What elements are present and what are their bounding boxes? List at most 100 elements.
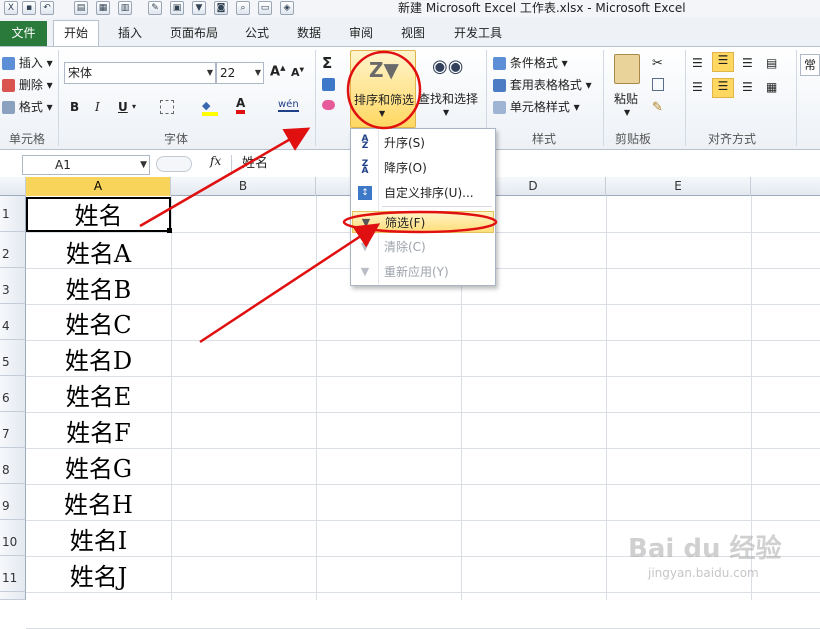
brush-icon[interactable]: ✎	[148, 1, 162, 15]
tab-review[interactable]: 审阅	[342, 22, 380, 46]
align-middle-icon[interactable]: ☰	[712, 52, 734, 72]
grow-font-icon[interactable]: A▲	[270, 64, 285, 79]
paste-button[interactable]: 粘贴	[614, 90, 638, 107]
font-color-button[interactable]: A	[236, 96, 246, 114]
border-icon[interactable]	[160, 100, 174, 114]
shrink-font-icon[interactable]: A▼	[291, 66, 304, 79]
tab-developer[interactable]: 开发工具	[446, 22, 510, 46]
cell-a7[interactable]: 姓名F	[26, 415, 171, 451]
excel-icon[interactable]: X	[4, 1, 18, 15]
copy-icon[interactable]	[652, 78, 664, 91]
fill-handle[interactable]	[167, 228, 172, 233]
menu-item-reapply[interactable]: ▼ 重新应用(Y)	[352, 261, 494, 283]
column-header-e[interactable]: E	[606, 177, 751, 196]
fill-down-icon[interactable]	[322, 78, 335, 91]
insert-function-button[interactable]: fx	[210, 154, 221, 168]
align-center-icon[interactable]: ☰	[712, 78, 734, 98]
fill-color-icon[interactable]: ◆	[202, 98, 218, 116]
zoom-icon[interactable]: ⌕	[236, 1, 250, 15]
formula-input[interactable]: 姓名	[231, 155, 820, 175]
tab-insert[interactable]: 插入	[110, 22, 150, 46]
scissors-icon[interactable]: ✂	[652, 56, 663, 71]
cell-a4[interactable]: 姓名C	[26, 307, 171, 343]
autosum-button[interactable]: Σ	[322, 54, 332, 72]
filter-icon[interactable]: ▼	[192, 1, 206, 15]
wrap-icon[interactable]: ▤	[766, 56, 777, 70]
row-header[interactable]: 9	[0, 484, 26, 520]
cell-a1[interactable]: 姓名	[26, 197, 171, 232]
conditional-format-button[interactable]: 条件格式 ▾	[493, 54, 568, 71]
row-header[interactable]: 5	[0, 340, 26, 376]
cell-a5[interactable]: 姓名D	[26, 343, 171, 379]
align-left-icon[interactable]: ☰	[692, 80, 703, 94]
tab-view[interactable]: 视图	[394, 22, 432, 46]
cell-a6[interactable]: 姓名E	[26, 379, 171, 415]
cell-a9[interactable]: 姓名H	[26, 487, 171, 523]
row-header[interactable]: 11	[0, 556, 26, 592]
row-header[interactable]: 7	[0, 412, 26, 448]
row-header[interactable]: 6	[0, 376, 26, 412]
find-select-button[interactable]: 查找和选择	[418, 90, 478, 107]
chevron-down-icon[interactable]: ▾	[132, 102, 136, 111]
folder-icon[interactable]: ▭	[258, 1, 272, 15]
cell-a11[interactable]: 姓名J	[26, 559, 171, 595]
cell-a10[interactable]: 姓名I	[26, 523, 171, 559]
bold-button[interactable]: B	[70, 100, 79, 114]
chevron-down-icon[interactable]: ▼	[624, 108, 630, 117]
menu-item-filter[interactable]: ▼ 筛选(F)	[352, 211, 494, 233]
eraser-icon[interactable]	[322, 100, 335, 110]
formula-splitter-icon[interactable]	[156, 156, 192, 172]
row-header[interactable]: 4	[0, 304, 26, 340]
row-header[interactable]: 10	[0, 520, 26, 556]
table-format-button[interactable]: 套用表格格式 ▾	[493, 76, 592, 93]
cell-a2[interactable]: 姓名A	[26, 236, 171, 272]
save-icon[interactable]: ▪	[22, 1, 36, 15]
align-right-icon[interactable]: ☰	[742, 80, 753, 94]
column-header-a[interactable]: A	[26, 177, 171, 196]
sort-filter-button[interactable]: Z▼ 排序和筛选 ▼	[350, 50, 416, 128]
cell-a3[interactable]: 姓名B	[26, 272, 171, 308]
insert-cells-button[interactable]: 插入 ▾	[2, 54, 53, 71]
font-name-combo[interactable]: 宋体 ▼	[64, 62, 216, 84]
number-format-combo[interactable]: 常	[800, 54, 820, 76]
tab-formulas[interactable]: 公式	[238, 22, 276, 46]
camera-icon[interactable]: ◙	[214, 1, 228, 15]
select-all-corner[interactable]	[0, 177, 26, 196]
tab-home[interactable]: 开始	[53, 20, 99, 46]
italic-button[interactable]: I	[95, 100, 100, 114]
delete-cells-button[interactable]: 删除 ▾	[2, 76, 53, 93]
row-header[interactable]: 2	[0, 232, 26, 268]
paste-icon[interactable]	[614, 54, 640, 84]
format-painter-icon[interactable]: ✎	[652, 100, 663, 115]
tab-page-layout[interactable]: 页面布局	[162, 22, 226, 46]
macro-icon[interactable]: ◈	[280, 1, 294, 15]
chevron-down-icon[interactable]: ▼	[443, 108, 449, 117]
row-header[interactable]	[0, 592, 26, 600]
menu-item-custom-sort[interactable]: ↕ 自定义排序(U)...	[352, 182, 494, 204]
menu-item-descending[interactable]: ZA 降序(O)	[352, 157, 494, 179]
column-header-b[interactable]: B	[171, 177, 316, 196]
binoculars-icon[interactable]: ◉◉	[432, 56, 463, 80]
underline-button[interactable]: U	[118, 100, 128, 114]
form-icon[interactable]: ▣	[170, 1, 184, 15]
merge-icon[interactable]: ▦	[766, 80, 777, 94]
row-header[interactable]: 1	[0, 196, 26, 232]
tab-data[interactable]: 数据	[290, 22, 328, 46]
row-header[interactable]: 3	[0, 268, 26, 304]
menu-item-clear[interactable]: ▼ 清除(C)	[352, 236, 494, 258]
font-size-combo[interactable]: 22 ▼	[216, 62, 264, 84]
tab-file[interactable]: 文件	[0, 21, 47, 46]
row-header[interactable]: 8	[0, 448, 26, 484]
align-top-icon[interactable]: ☰	[692, 56, 703, 70]
cell-a8[interactable]: 姓名G	[26, 451, 171, 487]
align-bottom-icon[interactable]: ☰	[742, 56, 753, 70]
name-box[interactable]: A1 ▼	[22, 155, 150, 175]
format-cells-button[interactable]: 格式 ▾	[2, 98, 53, 115]
print-preview-icon[interactable]: ▤	[74, 1, 88, 15]
cell-styles-button[interactable]: 单元格样式 ▾	[493, 98, 580, 115]
table-icon[interactable]: ▥	[118, 1, 132, 15]
undo-icon[interactable]: ↶	[40, 1, 54, 15]
phonetic-icon[interactable]: wén	[278, 99, 299, 112]
menu-item-ascending[interactable]: AZ 升序(S)	[352, 132, 494, 154]
calculator-icon[interactable]: ▦	[96, 1, 110, 15]
